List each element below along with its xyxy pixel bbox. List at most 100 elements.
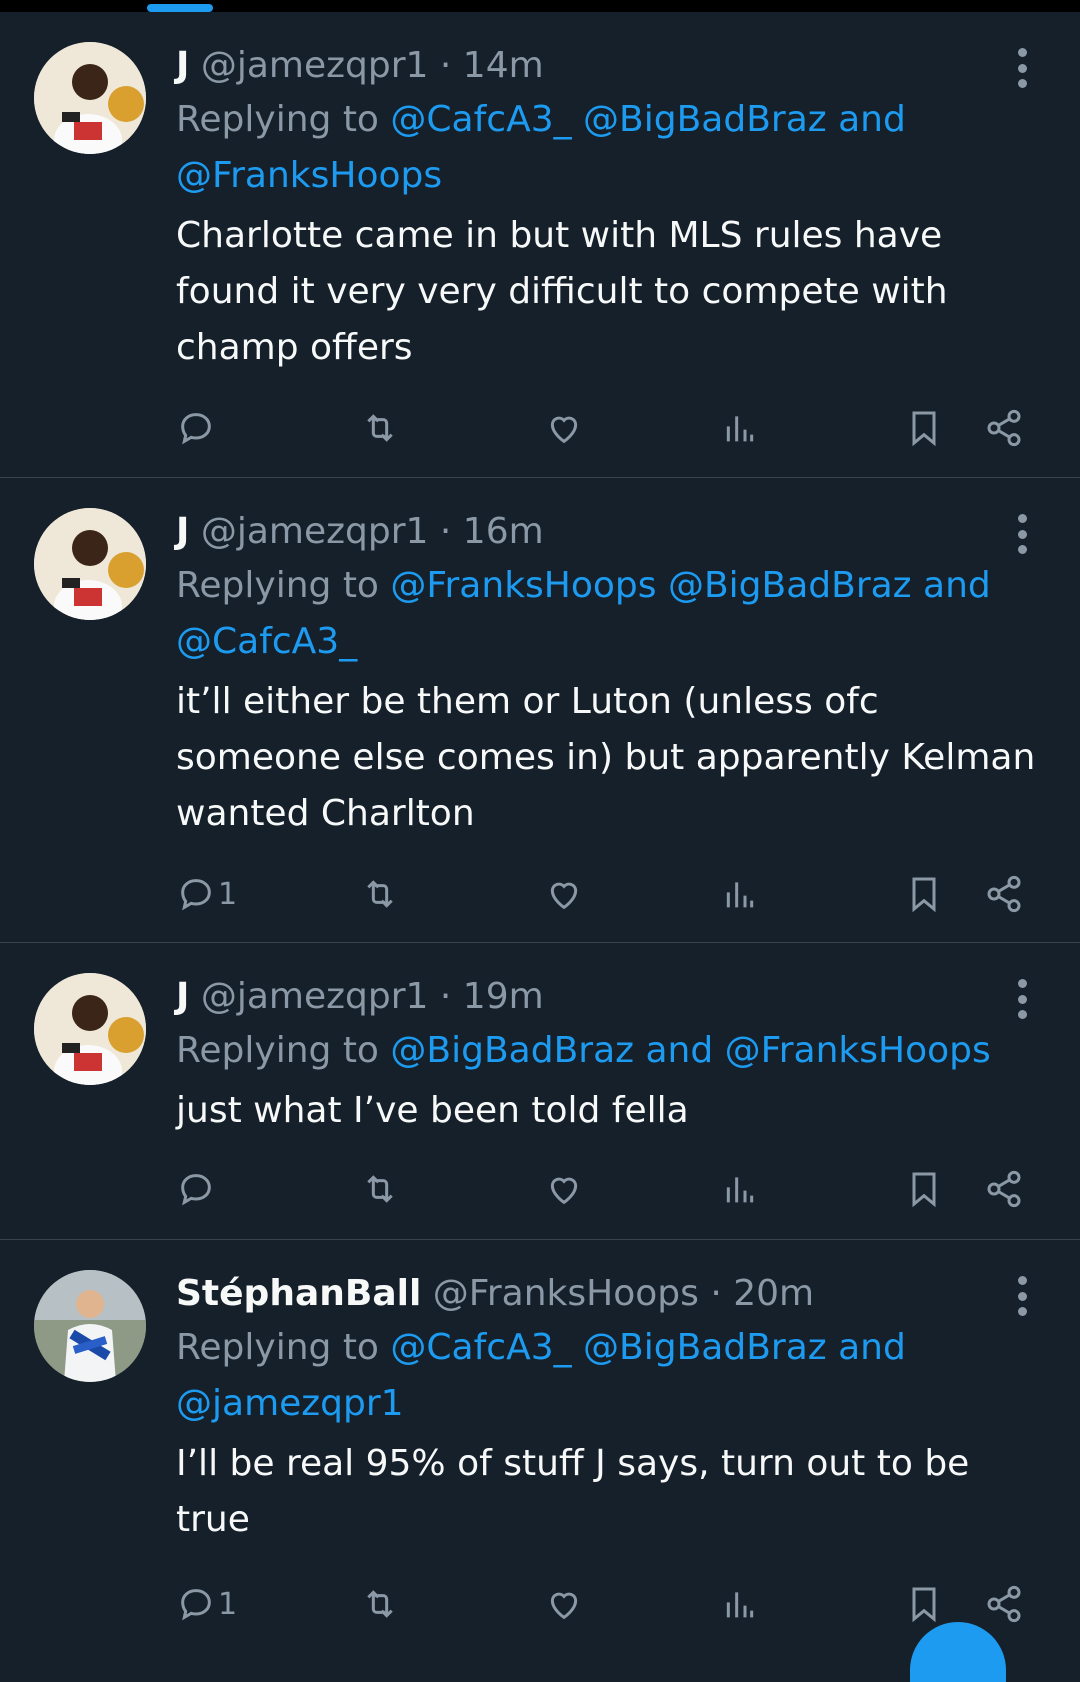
like-icon	[550, 882, 578, 910]
author-handle[interactable]: @jamezqpr1	[201, 511, 429, 552]
share-icon	[987, 1585, 1021, 1623]
views-icon	[726, 1177, 754, 1203]
tweet-header: StéphanBall @FranksHoops · 20m	[176, 1268, 1040, 1320]
views-button[interactable]	[720, 1165, 760, 1213]
retweet-icon	[367, 1175, 393, 1203]
retweet-icon	[367, 880, 393, 908]
mention-link[interactable]: @FranksHoops @BigBadBraz and	[390, 565, 990, 606]
replying-to-label: Replying to	[176, 1030, 379, 1071]
reply-icon	[181, 1174, 211, 1206]
bookmark-button[interactable]	[904, 1580, 944, 1628]
tweet[interactable]: J @jamezqpr1 · 19m Replying to @BigBadBr…	[0, 943, 1080, 1240]
reply-icon	[181, 1589, 211, 1621]
more-icon[interactable]	[1016, 979, 1028, 1019]
like-icon	[550, 416, 578, 444]
tweet-time[interactable]: · 20m	[710, 1273, 814, 1314]
bookmark-icon	[912, 411, 936, 447]
retweet-button[interactable]	[360, 1165, 400, 1213]
tweet[interactable]: J @jamezqpr1 · 14m Replying to @CafcA3_ …	[0, 12, 1080, 478]
bookmark-button[interactable]	[904, 870, 944, 918]
tweet-actions	[176, 404, 1036, 452]
replying-to-label: Replying to	[176, 99, 379, 140]
status-bar	[0, 0, 1080, 12]
views-button[interactable]	[720, 1580, 760, 1628]
views-icon	[726, 882, 754, 908]
reply-button[interactable]	[176, 404, 218, 452]
avatar[interactable]	[34, 1270, 146, 1382]
views-icon	[726, 1592, 754, 1618]
like-icon	[550, 1177, 578, 1205]
tweet-text: it’ll either be them or Luton (unless of…	[176, 681, 1036, 834]
tweet-header: J @jamezqpr1 · 14m	[176, 40, 1040, 92]
author-handle[interactable]: @FranksHoops	[433, 1273, 699, 1314]
bookmark-icon	[912, 1587, 936, 1623]
mention-link[interactable]: @CafcA3_ @BigBadBraz and	[390, 1327, 905, 1368]
author-handle[interactable]: @jamezqpr1	[201, 45, 429, 86]
tweet-header: J @jamezqpr1 · 16m	[176, 506, 1040, 558]
author-name[interactable]: J	[176, 976, 189, 1017]
mention-link[interactable]: @CafcA3_	[176, 621, 357, 662]
reply-icon	[181, 879, 211, 911]
mention-link[interactable]: @CafcA3_ @BigBadBraz and	[390, 99, 905, 140]
share-button[interactable]	[984, 404, 1024, 452]
more-icon[interactable]	[1016, 1276, 1028, 1316]
author-name[interactable]: J	[176, 511, 189, 552]
like-icon	[550, 1592, 578, 1620]
like-button[interactable]	[544, 1165, 584, 1213]
tweet-text: I’ll be real 95% of stuff J says, turn o…	[176, 1443, 970, 1540]
more-icon[interactable]	[1016, 514, 1028, 554]
author-name[interactable]: StéphanBall	[176, 1273, 421, 1314]
author-handle[interactable]: @jamezqpr1	[201, 976, 429, 1017]
bookmark-button[interactable]	[904, 1165, 944, 1213]
bookmark-icon	[912, 877, 936, 913]
tweet-actions: 1	[176, 870, 1036, 918]
avatar[interactable]	[34, 508, 146, 620]
share-button[interactable]	[984, 1580, 1024, 1628]
share-icon	[987, 875, 1021, 913]
replying-to-label: Replying to	[176, 565, 379, 606]
views-button[interactable]	[720, 870, 760, 918]
reply-count: 1	[218, 876, 238, 912]
avatar[interactable]	[34, 42, 146, 154]
retweet-icon	[367, 414, 393, 442]
reply-button[interactable]	[176, 1165, 218, 1213]
reply-feed: J @jamezqpr1 · 14m Replying to @CafcA3_ …	[0, 12, 1080, 1652]
retweet-button[interactable]	[360, 1580, 400, 1628]
share-button[interactable]	[984, 870, 1024, 918]
retweet-icon	[367, 1590, 393, 1618]
tab-indicator	[147, 4, 213, 12]
reply-count: 1	[218, 1586, 238, 1622]
share-icon	[987, 1170, 1021, 1208]
more-icon[interactable]	[1016, 48, 1028, 88]
tweet[interactable]: J @jamezqpr1 · 16m Replying to @FranksHo…	[0, 478, 1080, 943]
tweet-time[interactable]: · 19m	[440, 976, 544, 1017]
bookmark-button[interactable]	[904, 404, 944, 452]
reply-button[interactable]: 1	[176, 1580, 237, 1628]
tweet-header: J @jamezqpr1 · 19m	[176, 971, 1040, 1023]
replying-to-label: Replying to	[176, 1327, 379, 1368]
like-button[interactable]	[544, 1580, 584, 1628]
views-icon	[726, 416, 754, 442]
tweet[interactable]: StéphanBall @FranksHoops · 20m Replying …	[0, 1240, 1080, 1652]
bookmark-icon	[912, 1172, 936, 1208]
replying-to: Replying to @FranksHoops @BigBadBraz and…	[176, 558, 1040, 670]
replying-to: Replying to @CafcA3_ @BigBadBraz and @Fr…	[176, 92, 1040, 204]
share-icon	[987, 409, 1021, 447]
retweet-button[interactable]	[360, 404, 400, 452]
author-name[interactable]: J	[176, 45, 189, 86]
mention-link[interactable]: @BigBadBraz and @FranksHoops	[390, 1030, 990, 1071]
avatar[interactable]	[34, 973, 146, 1085]
mention-link[interactable]: @jamezqpr1	[176, 1383, 404, 1424]
share-button[interactable]	[984, 1165, 1024, 1213]
mention-link[interactable]: @FranksHoops	[176, 155, 442, 196]
tweet-actions: 1	[176, 1580, 1036, 1628]
like-button[interactable]	[544, 870, 584, 918]
like-button[interactable]	[544, 404, 584, 452]
reply-button[interactable]: 1	[176, 870, 237, 918]
tweet-time[interactable]: · 14m	[440, 45, 544, 86]
replying-to: Replying to @CafcA3_ @BigBadBraz and @ja…	[176, 1320, 1040, 1432]
tweet-actions	[176, 1165, 1036, 1213]
tweet-time[interactable]: · 16m	[440, 511, 544, 552]
retweet-button[interactable]	[360, 870, 400, 918]
views-button[interactable]	[720, 404, 760, 452]
